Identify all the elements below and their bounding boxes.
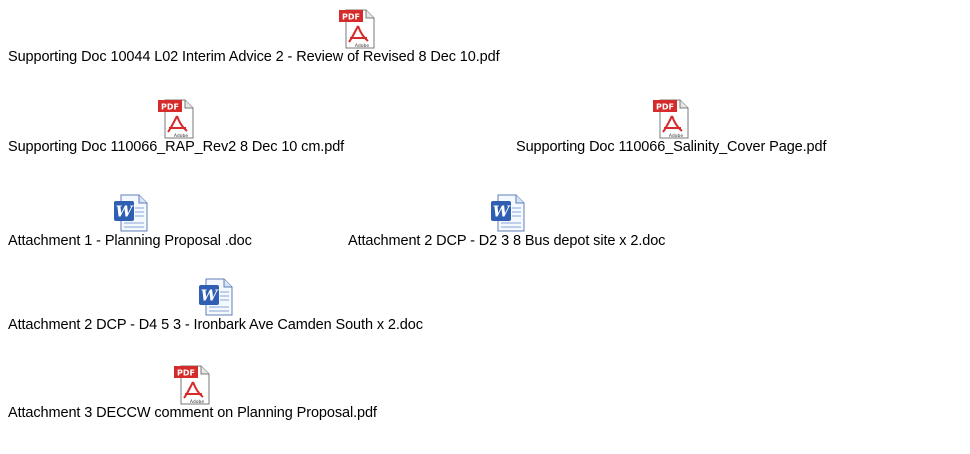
svg-text:W: W — [115, 203, 134, 221]
file-name-label: Attachment 2 DCP - D4 5 3 - Ironbark Ave… — [8, 317, 423, 333]
svg-text:W: W — [201, 287, 220, 305]
file-name-label: Supporting Doc 110066_Salinity_Cover Pag… — [516, 139, 827, 155]
word-file-icon: W — [488, 192, 526, 232]
file-item-planning-proposal-doc[interactable]: W Attachment 1 - Planning Proposal .doc — [8, 192, 252, 250]
file-item-bus-depot-doc[interactable]: W Attachment 2 DCP - D2 3 8 Bus depot si… — [348, 192, 665, 250]
pdf-file-icon: PDF Adobe — [338, 8, 376, 49]
svg-text:PDF: PDF — [177, 369, 195, 378]
svg-text:PDF: PDF — [342, 13, 360, 22]
svg-text:W: W — [492, 203, 511, 221]
file-name-label: Attachment 2 DCP - D2 3 8 Bus depot site… — [348, 233, 666, 249]
file-item-ironbark-ave-doc[interactable]: W Attachment 2 DCP - D4 5 3 - Ironbark A… — [8, 276, 423, 334]
file-name-label: Supporting Doc 10044 L02 Interim Advice … — [8, 49, 500, 65]
file-item-salinity-cover-pdf[interactable]: PDF Adobe Supporting Doc 110066_Salinity… — [516, 98, 827, 156]
svg-text:PDF: PDF — [656, 103, 674, 112]
word-file-icon: W — [111, 192, 149, 232]
file-item-deccw-comment-pdf[interactable]: PDF Adobe Attachment 3 DECCW comment on … — [8, 364, 377, 422]
word-file-icon: W — [196, 276, 234, 316]
pdf-file-icon: PDF Adobe — [173, 364, 211, 405]
svg-text:PDF: PDF — [161, 103, 179, 112]
pdf-file-icon: PDF Adobe — [157, 98, 195, 139]
file-item-interim-advice-pdf[interactable]: PDF Adobe Supporting Doc 10044 L02 Inter… — [8, 8, 500, 66]
file-name-label: Supporting Doc 110066_RAP_Rev2 8 Dec 10 … — [8, 139, 345, 155]
pdf-file-icon: PDF Adobe — [652, 98, 690, 139]
file-name-label: Attachment 3 DECCW comment on Planning P… — [8, 405, 377, 421]
file-name-label: Attachment 1 - Planning Proposal .doc — [8, 233, 252, 249]
file-item-rap-rev2-pdf[interactable]: PDF Adobe Supporting Doc 110066_RAP_Rev2… — [8, 98, 344, 156]
